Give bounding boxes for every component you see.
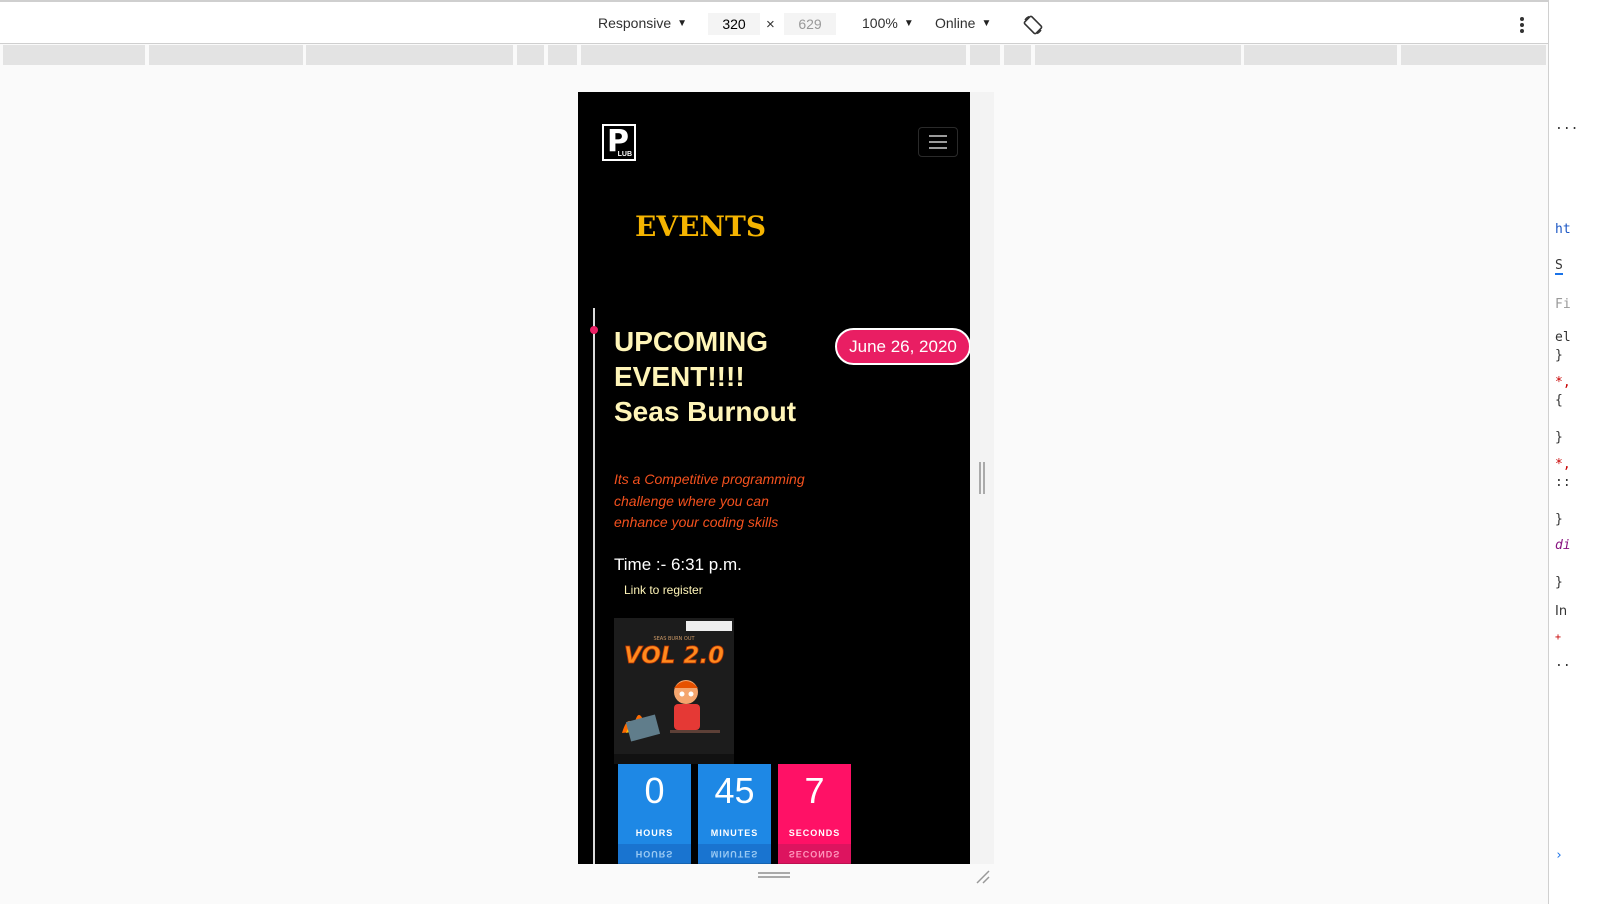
panel-line: }: [1555, 348, 1563, 363]
countdown-minutes-value: 45: [714, 770, 755, 811]
dropdown-arrow-icon: ▼: [677, 17, 688, 29]
page-viewport: P LUB EVENTS UPCOMING EVENT!!!! Seas Bur…: [578, 92, 970, 864]
height-input[interactable]: 629: [784, 13, 836, 35]
panel-line: }: [1555, 512, 1563, 527]
countdown-hours-reflection: HOURS: [618, 844, 691, 864]
panel-line: *,: [1555, 375, 1571, 390]
network-select[interactable]: Online ▼: [935, 15, 991, 31]
panel-line: ...: [1555, 118, 1579, 133]
countdown-hours: 0 HOURS HOURS: [618, 764, 691, 864]
timeline-line: [593, 308, 595, 864]
event-description: Its a Competitive programming challenge …: [614, 471, 805, 530]
menu-icon[interactable]: [918, 127, 958, 157]
event-time: Time :- 6:31 p.m.: [614, 555, 742, 574]
media-query-segment[interactable]: [1401, 45, 1546, 65]
countdown-seconds-label: SECONDS: [788, 828, 841, 838]
media-query-segment[interactable]: [1244, 45, 1397, 65]
filter-input[interactable]: Fi: [1555, 297, 1571, 312]
panel-tab[interactable]: S: [1555, 258, 1563, 275]
event-date-badge: June 26, 2020: [835, 328, 970, 365]
panel-line: {: [1555, 393, 1563, 408]
panel-line: di: [1555, 538, 1571, 553]
countdown-minutes: 45 MINUTES MINUTES: [698, 764, 771, 864]
panel-line: +: [1555, 632, 1562, 643]
network-select-label: Online: [935, 15, 976, 31]
rotate-icon[interactable]: [1022, 14, 1044, 36]
media-query-segment[interactable]: [306, 45, 513, 65]
media-query-segment[interactable]: [3, 45, 145, 65]
poster-subtitle: SEAS BURN OUT: [653, 636, 695, 642]
devtools-styles-panel: ... ht S Fi el } *, { } *, :: } di } In …: [1548, 0, 1600, 904]
panel-line: ..: [1555, 655, 1571, 670]
countdown-minutes-reflection: MINUTES: [698, 844, 771, 864]
panel-line: ht: [1555, 222, 1571, 237]
countdown-timer: 0 HOURS HOURS 45 MINUTES MINUTES 7 SECON…: [618, 764, 851, 864]
media-query-segment[interactable]: [970, 45, 1000, 65]
panel-line: }: [1555, 430, 1563, 445]
resize-handle-right[interactable]: [979, 462, 985, 494]
logo-sub: LUB: [616, 151, 633, 158]
panel-line: el: [1555, 330, 1571, 345]
media-query-segment[interactable]: [149, 45, 303, 65]
countdown-minutes-label: MINUTES: [710, 828, 759, 838]
poster-title: VOL 2.0: [624, 643, 724, 669]
countdown-hours-label: HOURS: [635, 828, 674, 838]
dropdown-arrow-icon: ▼: [981, 17, 992, 29]
event-heading: UPCOMING EVENT!!!! Seas Burnout: [614, 326, 797, 427]
zoom-select[interactable]: 100% ▼: [862, 15, 914, 31]
register-link[interactable]: Link to register: [624, 583, 703, 597]
console-prompt-icon: ›: [1555, 848, 1563, 863]
media-query-segment[interactable]: [1004, 45, 1031, 65]
page-title: EVENTS: [635, 210, 767, 243]
device-select[interactable]: Responsive ▼: [598, 15, 687, 31]
countdown-seconds-value: 7: [804, 770, 825, 811]
zoom-select-label: 100%: [862, 15, 898, 31]
media-query-segment[interactable]: [581, 45, 966, 65]
panel-line: In: [1555, 604, 1568, 619]
panel-line: }: [1555, 575, 1563, 590]
media-query-bar: [3, 45, 1546, 65]
resize-handle-bottom[interactable]: [758, 872, 790, 878]
event-poster-image: SEAS BURN OUT VOL 2.0: [614, 618, 734, 764]
countdown-hours-value: 0: [644, 770, 665, 811]
timeline-dot: [590, 326, 598, 334]
devtools-device-toolbar: Responsive ▼ 320 × 629 100% ▼ Online ▼: [0, 0, 1548, 44]
media-query-segment[interactable]: [1035, 45, 1241, 65]
device-select-label: Responsive: [598, 15, 672, 31]
panel-line: ::: [1555, 475, 1571, 490]
site-logo[interactable]: P LUB: [602, 124, 636, 161]
more-options-icon[interactable]: [1514, 14, 1530, 36]
countdown-seconds-reflection: SECONDS: [778, 844, 851, 864]
media-query-segment[interactable]: [548, 45, 577, 65]
panel-line: *,: [1555, 457, 1571, 472]
width-input[interactable]: 320: [708, 13, 760, 35]
dropdown-arrow-icon: ▼: [903, 17, 914, 29]
dimension-separator: ×: [766, 16, 775, 33]
resize-corner-icon[interactable]: [974, 868, 990, 884]
media-query-segment[interactable]: [517, 45, 544, 65]
countdown-seconds: 7 SECONDS SECONDS: [778, 764, 851, 864]
